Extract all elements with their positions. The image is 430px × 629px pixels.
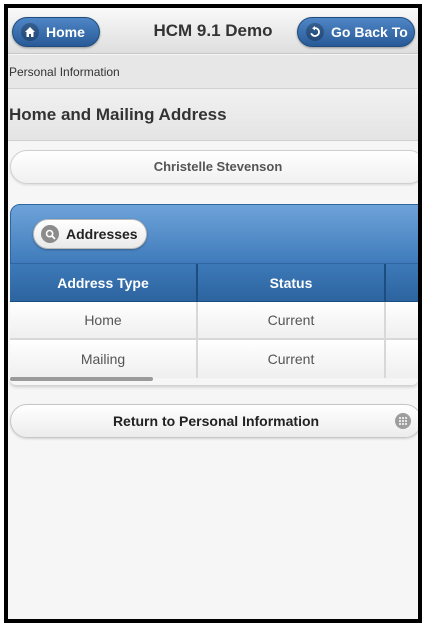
employee-name-bar: Christelle Stevenson [10, 150, 418, 184]
top-toolbar: Home HCM 9.1 Demo Go Back To [8, 8, 418, 54]
column-header-extra [386, 264, 418, 302]
breadcrumb: Personal Information [8, 55, 418, 89]
column-header-address-type[interactable]: Address Type [10, 264, 198, 302]
addresses-button[interactable]: Addresses [33, 219, 147, 249]
back-arrow-icon [306, 23, 324, 41]
horizontal-scrollbar[interactable] [10, 377, 153, 381]
go-back-label: Go Back To [331, 24, 408, 40]
search-icon [41, 225, 59, 243]
grid-header-row: Address Type Status [10, 264, 418, 302]
address-type-cell[interactable]: Mailing [10, 340, 198, 378]
addresses-panel-header: Addresses [10, 204, 418, 264]
page-title: Home and Mailing Address [8, 89, 418, 141]
return-button-label: Return to Personal Information [112, 413, 320, 429]
status-cell[interactable]: Current [198, 340, 386, 378]
table-row[interactable]: Mailing Current [10, 340, 418, 378]
table-row[interactable]: Home Current [10, 302, 418, 340]
grid-menu-icon [395, 413, 411, 429]
extra-cell [386, 340, 418, 378]
addresses-button-label: Addresses [66, 226, 138, 242]
status-cell[interactable]: Current [198, 302, 386, 340]
column-header-status[interactable]: Status [198, 264, 386, 302]
address-type-cell[interactable]: Home [10, 302, 198, 340]
return-to-personal-information-button[interactable]: Return to Personal Information [10, 404, 418, 438]
extra-cell [386, 302, 418, 340]
go-back-button[interactable]: Go Back To [297, 17, 415, 47]
addresses-grid: Address Type Status Home Current Mailing… [10, 264, 418, 378]
app-frame: Home HCM 9.1 Demo Go Back To Personal In… [4, 4, 422, 623]
